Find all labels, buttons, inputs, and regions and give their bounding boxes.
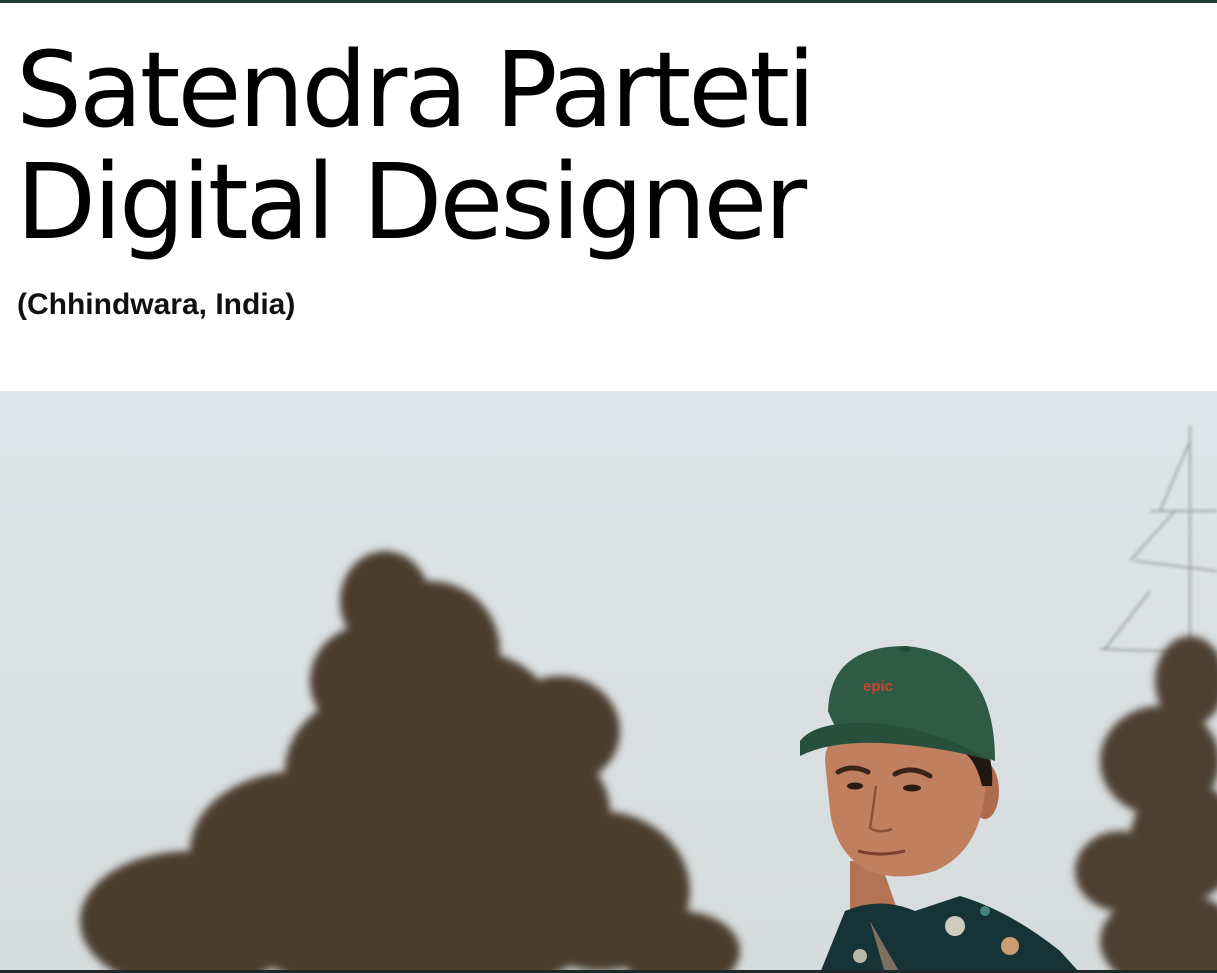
cap-logo: epic — [863, 678, 893, 695]
hero-photo-illustration: epic — [0, 391, 1217, 973]
hero-photo: epic — [0, 391, 1217, 973]
hero-title: Satendra Parteti Digital Designer — [16, 34, 1206, 258]
hero-location: (Chhindwara, India) — [17, 288, 296, 321]
hero-role: Digital Designer — [16, 141, 807, 263]
hero-name: Satendra Parteti — [16, 29, 816, 151]
hero-header: Satendra Parteti Digital Designer (Chhin… — [16, 34, 1206, 322]
top-accent-bar — [0, 0, 1217, 3]
